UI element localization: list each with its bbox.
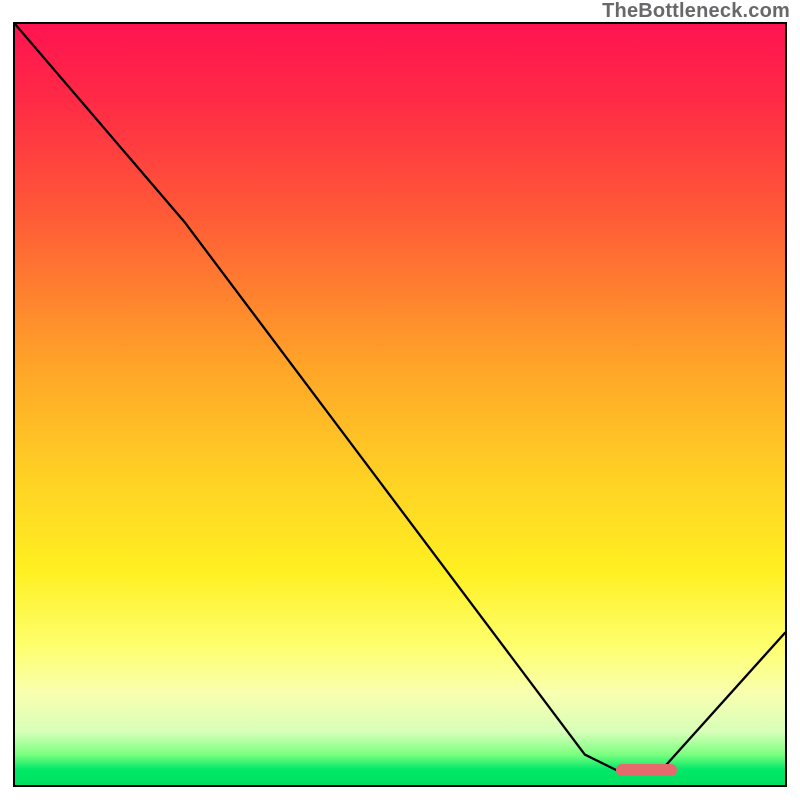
- optimal-range-marker: [616, 764, 678, 776]
- chart-stage: TheBottleneck.com: [0, 0, 800, 800]
- watermark-text: TheBottleneck.com: [602, 0, 790, 23]
- chart-frame: [13, 22, 787, 787]
- gradient-background: [15, 24, 785, 785]
